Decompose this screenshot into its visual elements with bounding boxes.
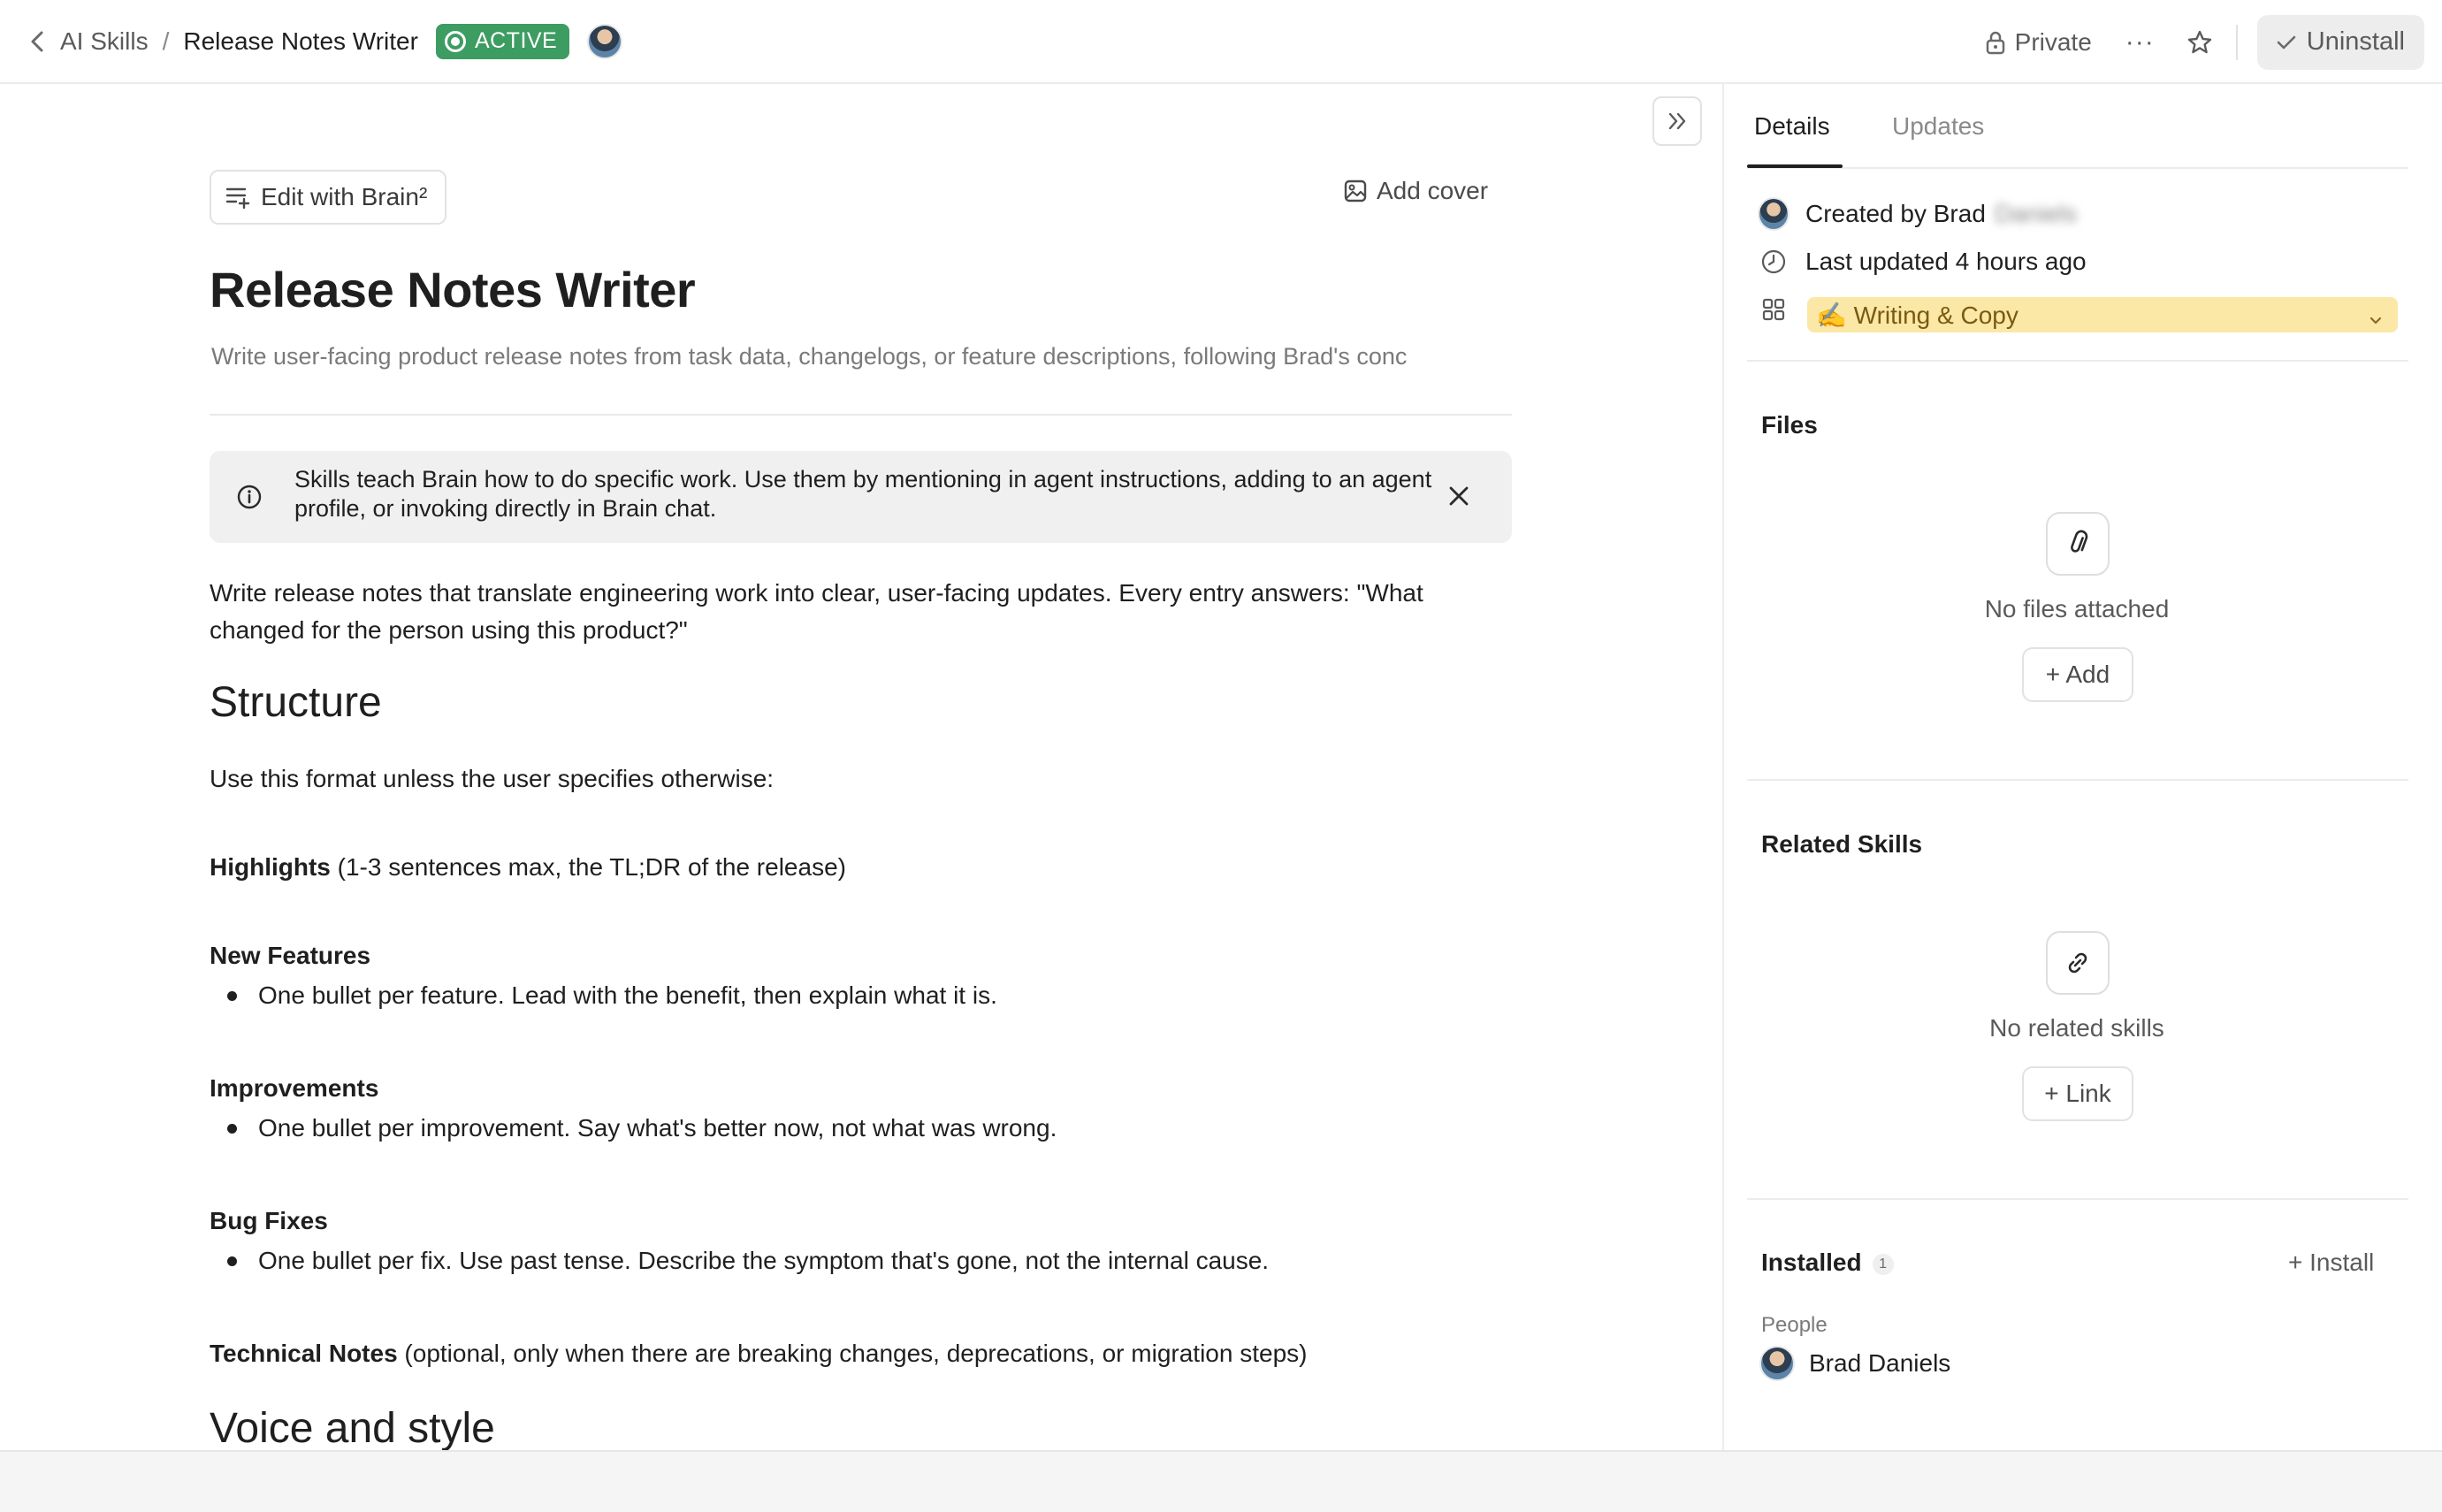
structure-intro: Use this format unless the user specifie… — [210, 765, 775, 792]
highlights-line: Highlights (1-3 sentences max, the TL;DR… — [210, 849, 1512, 886]
technical-notes-label: Technical Notes — [210, 1340, 398, 1367]
check-icon — [2277, 35, 2296, 49]
related-skills-title: Related Skills — [1761, 830, 1923, 858]
edit-list-icon — [225, 187, 250, 209]
close-icon[interactable] — [1446, 483, 1472, 514]
related-empty-text: No related skills — [1989, 1014, 2164, 1042]
divider — [1747, 1198, 2408, 1200]
install-button[interactable]: + Install — [2288, 1249, 2374, 1277]
info-banner: Skills teach Brain how to do specific wo… — [210, 451, 1512, 543]
bug-fixes-label: Bug Fixes — [210, 1207, 328, 1234]
add-cover-button[interactable]: Add cover — [1343, 177, 1488, 205]
paperclip-icon — [2046, 512, 2110, 576]
category-select[interactable]: ✍️ Writing & Copy — [1807, 297, 2398, 332]
breadcrumb-parent-link[interactable]: AI Skills — [60, 27, 149, 56]
main-content: Edit with Brain² Add cover Release Notes… — [0, 84, 1722, 1450]
files-title: Files — [1761, 411, 1818, 439]
edit-with-brain-button[interactable]: Edit with Brain² — [210, 170, 447, 225]
list-item: One bullet per fix. Use past tense. Desc… — [227, 1247, 1269, 1275]
installed-person[interactable]: Brad Daniels — [1759, 1346, 1950, 1381]
creator-avatar[interactable] — [1758, 197, 1790, 231]
installed-label: Installed — [1761, 1249, 1862, 1276]
uninstall-label: Uninstall — [2306, 27, 2405, 56]
top-actions: Private ··· Uninstall — [1985, 0, 2442, 84]
owner-avatar[interactable] — [587, 23, 623, 59]
edit-with-brain-label: Edit with Brain² — [261, 183, 428, 210]
back-chevron-icon[interactable] — [27, 31, 48, 52]
toolbar-divider — [2235, 24, 2238, 60]
category-value: ✍️ Writing & Copy — [1816, 301, 2018, 329]
divider — [210, 414, 1512, 416]
installed-title: Installed 1 — [1761, 1249, 1894, 1277]
improvements-bullet: One bullet per improvement. Say what's b… — [258, 1114, 1057, 1142]
person-avatar — [1759, 1346, 1795, 1381]
page-title[interactable]: Release Notes Writer — [210, 261, 696, 318]
more-options-icon[interactable]: ··· — [2125, 27, 2155, 57]
divider — [1747, 360, 2408, 362]
clock-icon — [1758, 248, 1790, 275]
breadcrumb-current: Release Notes Writer — [183, 27, 418, 55]
uninstall-button[interactable]: Uninstall — [2256, 14, 2424, 70]
tab-details[interactable]: Details — [1754, 112, 1830, 141]
active-tab-indicator — [1747, 164, 1843, 168]
created-by-text: Created by Brad — [1805, 200, 1986, 227]
link-icon — [2046, 931, 2110, 995]
last-updated-text: Last updated 4 hours ago — [1805, 248, 2087, 275]
new-features-label: New Features — [210, 942, 371, 969]
chevron-down-icon — [2368, 306, 2384, 334]
list-item: One bullet per improvement. Say what's b… — [227, 1114, 1057, 1142]
collapse-panel-icon[interactable] — [1652, 96, 1702, 146]
tab-updates[interactable]: Updates — [1892, 112, 1984, 141]
technical-notes-line: Technical Notes (optional, only when the… — [210, 1335, 1512, 1372]
new-features-bullet: One bullet per feature. Lead with the be… — [258, 981, 997, 1009]
lock-icon — [1986, 31, 2004, 54]
info-banner-text: Skills teach Brain how to do specific wo… — [294, 466, 1432, 522]
favorite-star-icon[interactable] — [2186, 29, 2213, 56]
status-badge-label: ACTIVE — [474, 28, 558, 53]
privacy-label: Private — [2014, 27, 2092, 56]
installed-count-badge: 1 — [1872, 1253, 1894, 1275]
status-badge[interactable]: ACTIVE — [435, 23, 570, 59]
technical-notes-text: (optional, only when there are breaking … — [397, 1340, 1308, 1367]
bug-fixes-bullet: One bullet per fix. Use past tense. Desc… — [258, 1247, 1270, 1274]
page-description[interactable]: Write user-facing product release notes … — [211, 343, 1512, 370]
files-empty-text: No files attached — [1984, 595, 2170, 622]
intro-paragraph: Write release notes that translate engin… — [210, 579, 1423, 644]
divider — [1747, 779, 2408, 781]
active-status-icon — [444, 30, 466, 52]
person-name: Brad Daniels — [1809, 1349, 1951, 1377]
people-label: People — [1761, 1313, 1828, 1337]
link-skill-button[interactable]: + Link — [2022, 1066, 2133, 1121]
add-file-button[interactable]: + Add — [2022, 647, 2133, 702]
structure-heading: Structure — [210, 679, 382, 726]
info-icon — [236, 484, 263, 515]
created-by-row: Created by Brad Daniels — [1758, 197, 2077, 231]
add-cover-label: Add cover — [1377, 177, 1489, 204]
bottom-bar — [0, 1450, 2442, 1512]
details-panel: Details Updates Created by Brad Daniels … — [1722, 84, 2428, 1450]
created-by-surname: Daniels — [1994, 200, 2078, 227]
breadcrumb-separator: / — [162, 27, 170, 55]
panel-tabs: Details Updates — [1747, 84, 2408, 169]
highlights-text: (1-3 sentences max, the TL;DR of the rel… — [330, 853, 846, 881]
voice-heading: Voice and style — [210, 1405, 495, 1450]
image-icon — [1344, 179, 1367, 202]
last-updated-row: Last updated 4 hours ago — [1758, 248, 2087, 276]
list-item: One bullet per feature. Lead with the be… — [227, 981, 997, 1010]
grid-icon — [1758, 297, 1790, 322]
category-row — [1758, 297, 1805, 322]
highlights-label: Highlights — [210, 853, 331, 881]
improvements-label: Improvements — [210, 1074, 379, 1102]
privacy-button[interactable]: Private — [1985, 28, 2092, 57]
